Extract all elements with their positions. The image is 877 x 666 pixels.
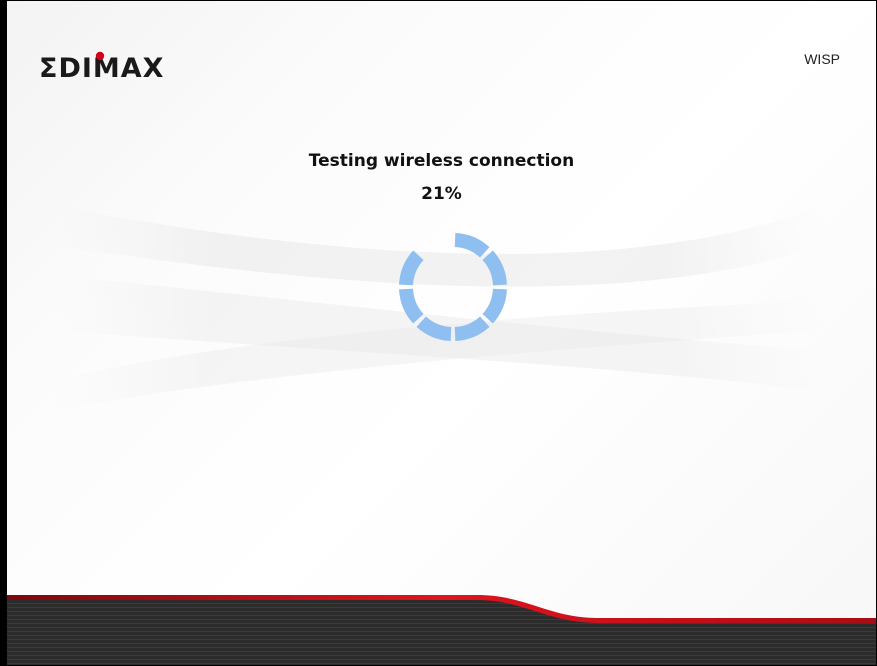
progress-percent: 21% xyxy=(421,184,462,204)
spinner-segment xyxy=(399,288,424,324)
setup-wizard-page: ΣDIMAX WISP Testing wireless connection … xyxy=(0,0,877,666)
footer-bar xyxy=(7,595,876,665)
spinner-segment xyxy=(416,316,452,341)
spinner-segment xyxy=(454,233,490,258)
spinner-segment xyxy=(399,250,424,286)
spinner-segment xyxy=(482,288,507,324)
spinner-segment xyxy=(454,316,490,341)
edimax-logo: ΣDIMAX xyxy=(39,51,163,81)
loading-spinner-icon xyxy=(399,233,507,341)
status-title: Testing wireless connection xyxy=(308,151,575,171)
operation-mode-label: WISP xyxy=(804,51,840,67)
spinner-segment xyxy=(482,250,507,286)
